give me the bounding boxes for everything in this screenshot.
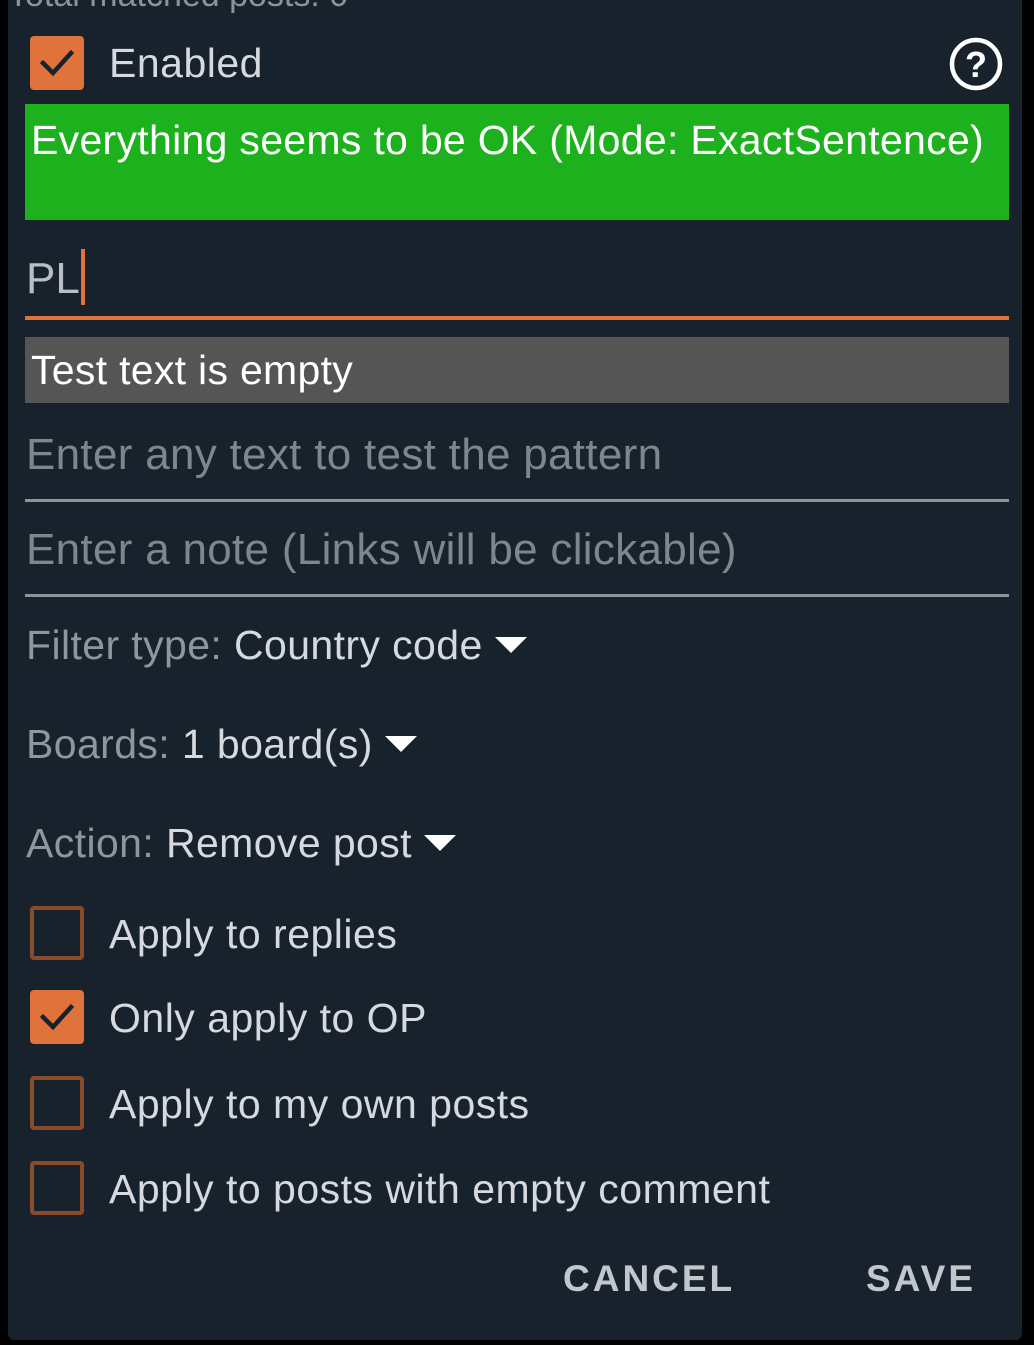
- note-input[interactable]: [25, 525, 1006, 575]
- only-apply-to-op-checkbox[interactable]: [30, 990, 84, 1044]
- enabled-checkbox[interactable]: [30, 36, 84, 90]
- svg-text:?: ?: [965, 44, 987, 85]
- note-field[interactable]: [25, 521, 1009, 597]
- checkmark-icon: [39, 1003, 75, 1031]
- text-cursor: [80, 249, 85, 305]
- dropdown-arrow-icon: [423, 835, 456, 851]
- action-value: Remove post: [165, 820, 412, 866]
- apply-to-own-posts-checkbox[interactable]: [30, 1076, 84, 1130]
- dropdown-arrow-icon: [494, 637, 527, 653]
- boards-label: Boards:: [26, 721, 171, 767]
- only-apply-to-op-label: Only apply to OP: [109, 995, 427, 1041]
- test-status-banner: Test text is empty: [25, 337, 1009, 403]
- test-text-field[interactable]: [25, 426, 1009, 502]
- filter-type-label: Filter type:: [26, 622, 223, 668]
- action-dropdown[interactable]: Action: Remove post: [26, 820, 456, 867]
- boards-dropdown[interactable]: Boards: 1 board(s): [26, 721, 417, 768]
- apply-to-replies-checkbox[interactable]: [30, 906, 84, 960]
- pattern-status-banner: Everything seems to be OK (Mode: ExactSe…: [25, 104, 1009, 220]
- cancel-button[interactable]: CANCEL: [563, 1258, 735, 1300]
- apply-to-empty-comment-checkbox[interactable]: [30, 1161, 84, 1215]
- filter-dialog: Total matched posts: 0 Enabled ? Everyth…: [8, 0, 1022, 1340]
- action-label: Action:: [26, 820, 155, 866]
- pattern-input[interactable]: PL: [25, 240, 1009, 320]
- apply-to-replies-label: Apply to replies: [109, 911, 398, 957]
- total-matched-posts-text: Total matched posts: 0: [8, 0, 348, 15]
- save-button[interactable]: SAVE: [866, 1258, 976, 1300]
- test-text-input[interactable]: [25, 430, 1006, 480]
- boards-value: 1 board(s): [181, 721, 373, 767]
- pattern-value: PL: [26, 254, 80, 303]
- apply-to-empty-comment-label: Apply to posts with empty comment: [109, 1166, 771, 1212]
- help-button[interactable]: ?: [948, 36, 1004, 92]
- apply-to-own-posts-label: Apply to my own posts: [109, 1081, 530, 1127]
- filter-type-value: Country code: [233, 622, 483, 668]
- dropdown-arrow-icon: [384, 736, 417, 752]
- checkmark-icon: [39, 49, 75, 77]
- filter-type-dropdown[interactable]: Filter type: Country code: [26, 622, 527, 669]
- help-circle-icon: ?: [949, 37, 1003, 91]
- enabled-label: Enabled: [109, 40, 263, 86]
